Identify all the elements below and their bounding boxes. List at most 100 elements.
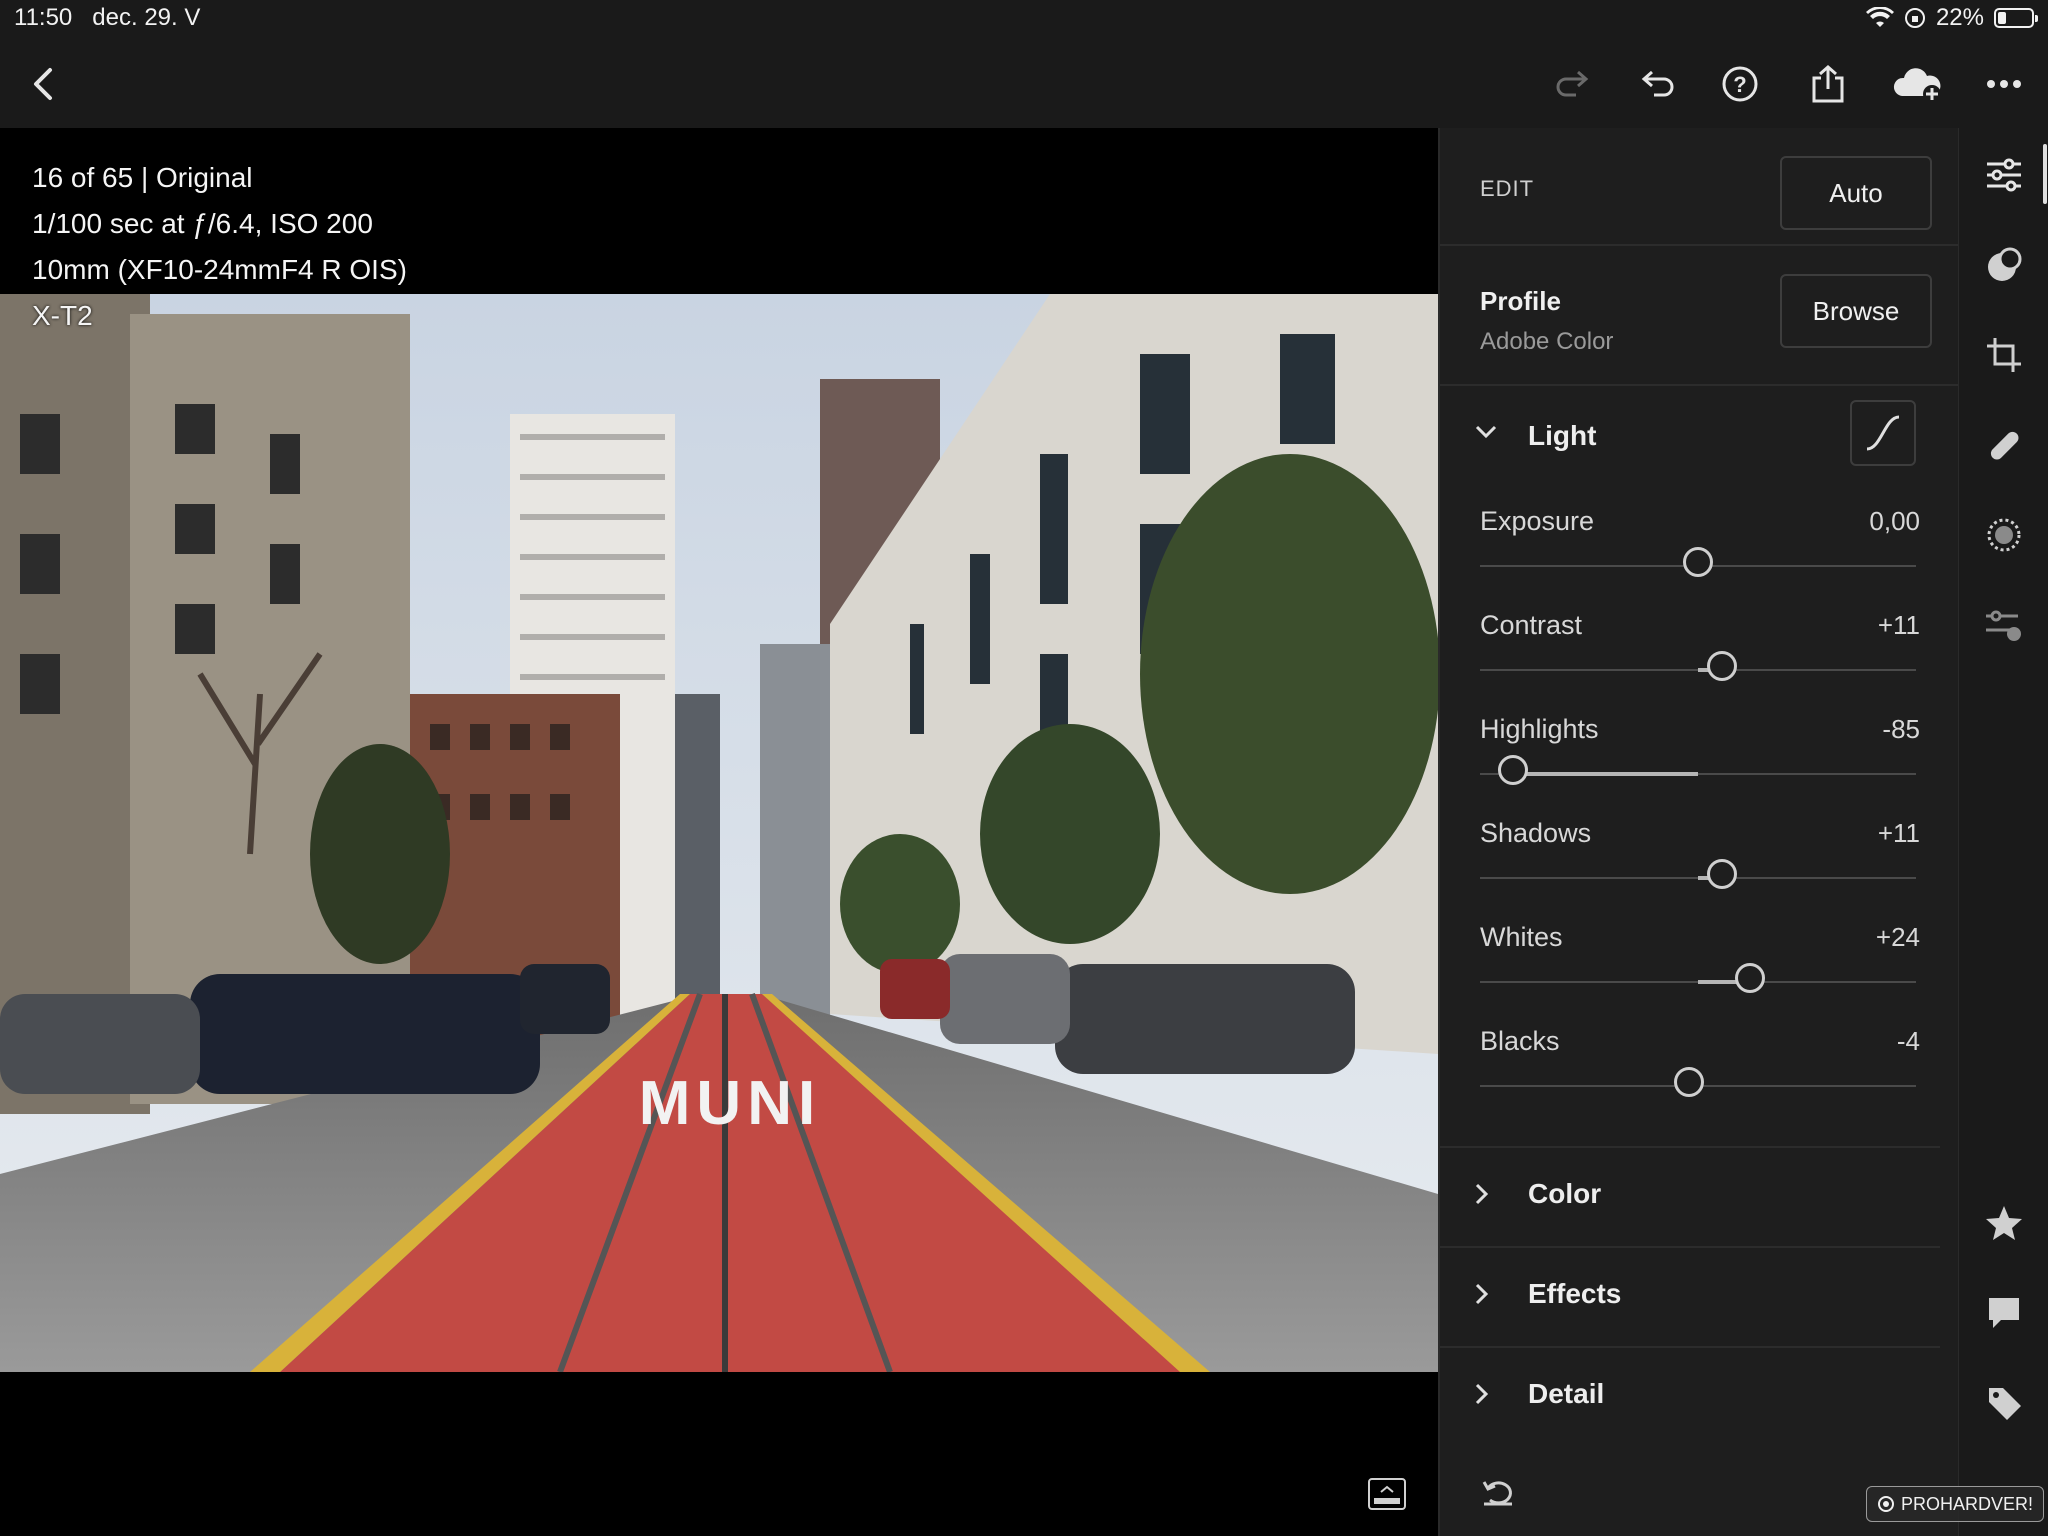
battery-percent: 22%: [1935, 4, 1984, 31]
status-date: dec. 29. V: [92, 4, 201, 31]
slider-value: +11: [1877, 818, 1920, 848]
crop-icon: [1987, 338, 2021, 372]
slider-fill: [1512, 772, 1698, 776]
reset-icon: [1482, 1481, 1512, 1506]
watermark-text: PROHARDVER!: [1901, 1493, 2034, 1514]
presets-icon: [1988, 247, 2022, 281]
status-indicators: 22%: [1865, 4, 2038, 32]
tone-curve-icon: [1866, 415, 1900, 451]
edit-panel: EDIT Auto Profile Adobe Color Browse Lig…: [1438, 128, 1960, 1536]
redo-button[interactable]: [1548, 60, 1596, 108]
chevron-right-icon: [1475, 1383, 1489, 1405]
comments-button[interactable]: [1981, 1290, 2027, 1336]
section-color[interactable]: Color: [1440, 1146, 1940, 1246]
tag-icon: [1989, 1388, 2021, 1420]
divider: [1440, 244, 1960, 246]
redo-icon: [1556, 70, 1589, 97]
photo-canvas[interactable]: MUNI: [0, 294, 1438, 1372]
divider: [1440, 384, 1960, 386]
auto-button[interactable]: Auto: [1780, 156, 1932, 230]
tool-rail: [1958, 128, 2048, 1536]
slider-thumb[interactable]: [1683, 547, 1713, 577]
share-icon: [1812, 65, 1844, 103]
crop-button[interactable]: [1981, 332, 2027, 378]
more-icon: [1987, 80, 2021, 88]
edit-header: EDIT: [1480, 176, 1535, 201]
presets-button[interactable]: [1981, 242, 2027, 288]
light-section-title[interactable]: Light: [1528, 420, 1596, 452]
section-detail[interactable]: Detail: [1440, 1346, 1940, 1446]
status-bar: 11:50 dec. 29. V 22%: [0, 0, 2048, 40]
slider-label: Blacks: [1480, 1026, 1560, 1056]
help-button[interactable]: ?: [1716, 60, 1764, 108]
cloud-add-button[interactable]: [1890, 60, 1946, 108]
undo-icon: [1641, 70, 1674, 97]
chevron-left-icon: [34, 68, 52, 100]
rotation-lock-icon: [1904, 8, 1925, 28]
chevron-right-icon: [1475, 1283, 1489, 1305]
section-label: Detail: [1528, 1378, 1605, 1409]
versions-icon: [1986, 610, 2021, 641]
photo-info-camera: X-T2: [32, 300, 93, 331]
street-photo-image: MUNI: [0, 294, 1438, 1372]
light-collapse-toggle[interactable]: [1474, 424, 1498, 445]
wifi-icon: [1865, 7, 1894, 27]
slider-thumb[interactable]: [1735, 963, 1766, 993]
top-toolbar: ?: [0, 40, 2048, 129]
photo-info-lens: 10mm (XF10-24mmF4 R OIS): [32, 254, 407, 285]
slider-thumb[interactable]: [1674, 1067, 1705, 1097]
masking-button[interactable]: [1981, 512, 2027, 558]
slider-label: Whites: [1480, 922, 1563, 952]
slider-value: 0,00: [1869, 506, 1920, 536]
bandage-icon: [1990, 431, 2019, 460]
slider-track[interactable]: [1480, 755, 1916, 785]
slider-thumb[interactable]: [1497, 755, 1528, 785]
svg-text:?: ?: [1733, 72, 1746, 97]
filmstrip-toggle-button[interactable]: [1368, 1478, 1406, 1510]
section-label: Color: [1528, 1178, 1602, 1209]
rating-button[interactable]: [1981, 1200, 2027, 1246]
section-label: Effects: [1528, 1278, 1622, 1309]
slider-label: Exposure: [1480, 506, 1595, 536]
battery-icon: [1994, 8, 2038, 28]
versions-button[interactable]: [1981, 602, 2027, 648]
section-effects[interactable]: Effects: [1440, 1246, 1940, 1346]
status-time: 11:50 dec. 29. V: [14, 4, 201, 31]
slider-track[interactable]: [1480, 547, 1916, 577]
sliders-icon: [1987, 158, 2021, 192]
svg-text:MUNI: MUNI: [639, 1069, 821, 1138]
watermark-logo-icon: [1878, 1496, 1894, 1512]
cloud-add-icon: [1893, 68, 1941, 103]
slider-label: Shadows: [1480, 818, 1592, 848]
slider-track[interactable]: [1480, 1067, 1916, 1097]
undo-button[interactable]: [1634, 60, 1682, 108]
slider-value: -85: [1882, 714, 1920, 744]
more-menu-button[interactable]: [1980, 60, 2028, 108]
back-button[interactable]: [20, 60, 68, 108]
chevron-down-icon: [1475, 425, 1497, 439]
slider-label: Highlights: [1480, 714, 1599, 744]
profile-title: Profile: [1480, 286, 1561, 316]
edit-tool-button[interactable]: [1981, 152, 2027, 198]
share-button[interactable]: [1804, 60, 1852, 108]
chevron-right-icon: [1475, 1183, 1489, 1205]
slider-value: +11: [1877, 610, 1920, 640]
profile-name[interactable]: Adobe Color: [1480, 328, 1613, 356]
slider-thumb[interactable]: [1706, 859, 1737, 889]
slider-value: +24: [1875, 922, 1920, 952]
keywords-button[interactable]: [1981, 1380, 2027, 1426]
masking-icon: [1987, 518, 2021, 552]
active-tool-indicator: [2043, 144, 2047, 204]
watermark-badge: PROHARDVER!: [1866, 1486, 2045, 1522]
slider-track[interactable]: [1480, 963, 1916, 993]
comment-icon: [1989, 1298, 2019, 1328]
slider-track[interactable]: [1480, 859, 1916, 889]
slider-label: Contrast: [1480, 610, 1583, 640]
tone-curve-button[interactable]: [1850, 400, 1916, 466]
healing-button[interactable]: [1981, 422, 2027, 468]
slider-thumb[interactable]: [1706, 651, 1737, 681]
slider-track[interactable]: [1480, 651, 1916, 681]
browse-profiles-button[interactable]: Browse: [1780, 274, 1932, 348]
reset-button[interactable]: [1480, 1478, 1516, 1513]
photo-info-exposure: 1/100 sec at ƒ/6.4, ISO 200: [32, 208, 373, 239]
